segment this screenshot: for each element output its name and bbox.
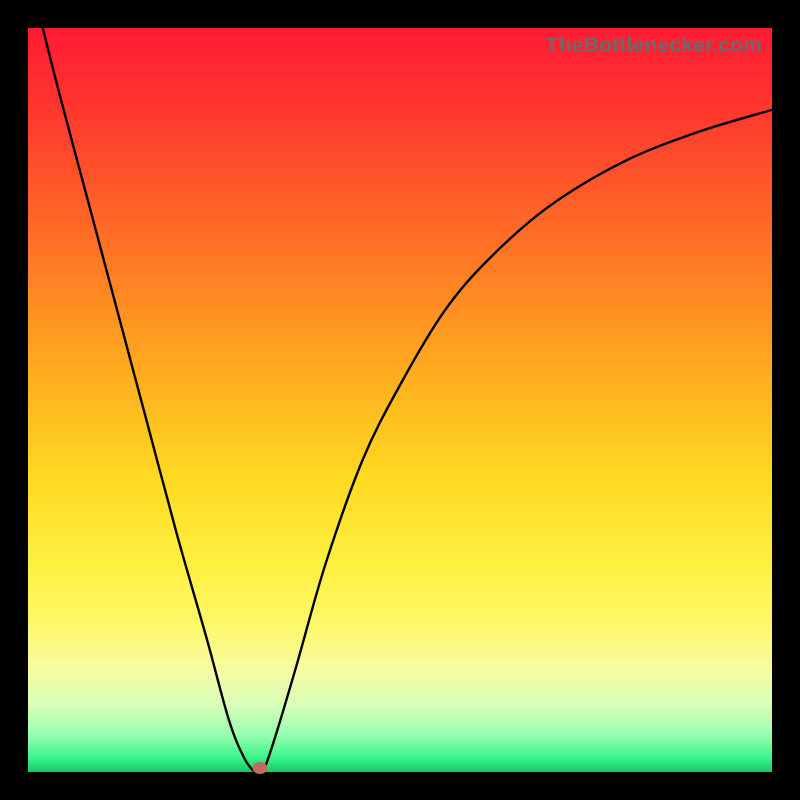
curve-svg	[28, 28, 772, 772]
optimal-point-marker	[253, 762, 268, 774]
plot-area: TheBottlenecker.com	[28, 28, 772, 772]
bottleneck-curve	[28, 28, 772, 772]
chart-container: TheBottlenecker.com	[0, 0, 800, 800]
